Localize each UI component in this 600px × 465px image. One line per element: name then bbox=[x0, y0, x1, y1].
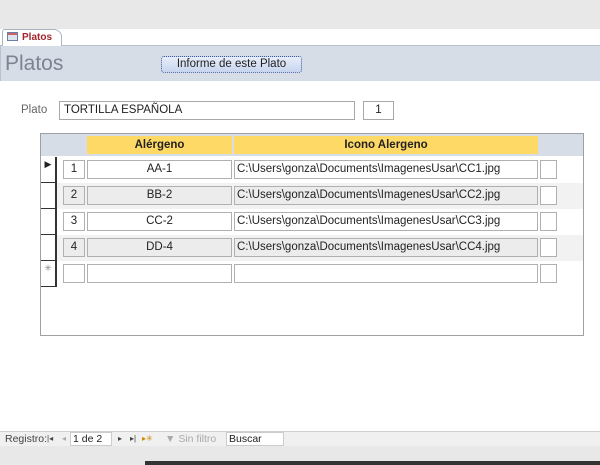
plato-label: Plato bbox=[21, 104, 48, 116]
filter-label: Sin filtro bbox=[178, 433, 217, 445]
number-input[interactable]: 2 bbox=[63, 186, 85, 205]
page-title: Platos bbox=[5, 52, 64, 75]
tab-label: Platos bbox=[22, 32, 53, 43]
table-row: 4 DD-4 C:\Users\gonza\Documents\Imagenes… bbox=[41, 235, 583, 261]
column-header-alergeno: Alérgeno bbox=[87, 136, 232, 154]
record-selector[interactable] bbox=[41, 183, 57, 209]
alergeno-input[interactable]: CC-2 bbox=[87, 212, 232, 231]
form-icon bbox=[7, 32, 18, 41]
record-selector[interactable] bbox=[41, 209, 57, 235]
alergeno-input[interactable]: BB-2 bbox=[87, 186, 232, 205]
prev-record-button[interactable]: ◂ bbox=[62, 434, 66, 443]
number-input[interactable]: 1 bbox=[63, 160, 85, 179]
last-record-button[interactable]: ▸| bbox=[130, 434, 136, 443]
subform-header: Alérgeno Icono Alergeno bbox=[41, 134, 583, 156]
window-top-band bbox=[0, 0, 600, 29]
tab-strip bbox=[0, 29, 600, 46]
record-navigation-bar: Registro: |◂ ◂ 1 de 2 ▸ ▸| ▸✳ ▼ Sin filt… bbox=[0, 431, 600, 446]
image-box[interactable] bbox=[540, 160, 557, 179]
search-input[interactable]: Buscar bbox=[226, 432, 284, 446]
record-label: Registro: bbox=[5, 433, 48, 445]
plato-input[interactable]: TORTILLA ESPAÑOLA bbox=[59, 101, 355, 120]
alergeno-input[interactable] bbox=[87, 264, 232, 283]
new-record-button[interactable]: ▸✳ bbox=[142, 434, 153, 443]
image-box[interactable] bbox=[540, 186, 557, 205]
table-row: 2 BB-2 C:\Users\gonza\Documents\Imagenes… bbox=[41, 183, 583, 209]
report-button[interactable]: Informe de este Plato bbox=[161, 56, 302, 73]
number-input[interactable]: 3 bbox=[63, 212, 85, 231]
icono-input[interactable]: C:\Users\gonza\Documents\ImagenesUsar\CC… bbox=[234, 238, 538, 257]
first-record-button[interactable]: |◂ bbox=[47, 434, 53, 443]
icono-input[interactable]: C:\Users\gonza\Documents\ImagenesUsar\CC… bbox=[234, 212, 538, 231]
number-input[interactable]: 4 bbox=[63, 238, 85, 257]
table-row: ▶ 1 AA-1 C:\Users\gonza\Documents\Imagen… bbox=[41, 157, 583, 183]
new-record-row: ✳ bbox=[41, 261, 583, 287]
record-selector[interactable]: ▶ bbox=[41, 157, 57, 183]
number-input[interactable] bbox=[63, 264, 85, 283]
record-position-input[interactable]: 1 de 2 bbox=[70, 432, 112, 446]
next-record-button[interactable]: ▸ bbox=[118, 434, 122, 443]
new-record-icon[interactable]: ✳ bbox=[41, 261, 57, 287]
image-box[interactable] bbox=[540, 238, 557, 257]
plato-id-input[interactable]: 1 bbox=[363, 101, 394, 120]
icono-input[interactable] bbox=[234, 264, 538, 283]
image-box[interactable] bbox=[540, 264, 557, 283]
icono-input[interactable]: C:\Users\gonza\Documents\ImagenesUsar\CC… bbox=[234, 160, 538, 179]
image-box[interactable] bbox=[540, 212, 557, 231]
alergeno-input[interactable]: DD-4 bbox=[87, 238, 232, 257]
tab-platos[interactable]: Platos bbox=[2, 29, 62, 47]
allergen-subform: Alérgeno Icono Alergeno ▶ 1 AA-1 C:\User… bbox=[40, 133, 584, 336]
icono-input[interactable]: C:\Users\gonza\Documents\ImagenesUsar\CC… bbox=[234, 186, 538, 205]
taskbar-strip bbox=[145, 461, 600, 465]
filter-icon: ▼ bbox=[165, 433, 176, 445]
column-header-icono: Icono Alergeno bbox=[234, 136, 538, 154]
filter-button[interactable]: ▼ Sin filtro bbox=[165, 433, 216, 445]
alergeno-input[interactable]: AA-1 bbox=[87, 160, 232, 179]
table-row: 3 CC-2 C:\Users\gonza\Documents\Imagenes… bbox=[41, 209, 583, 235]
record-selector[interactable] bbox=[41, 235, 57, 261]
